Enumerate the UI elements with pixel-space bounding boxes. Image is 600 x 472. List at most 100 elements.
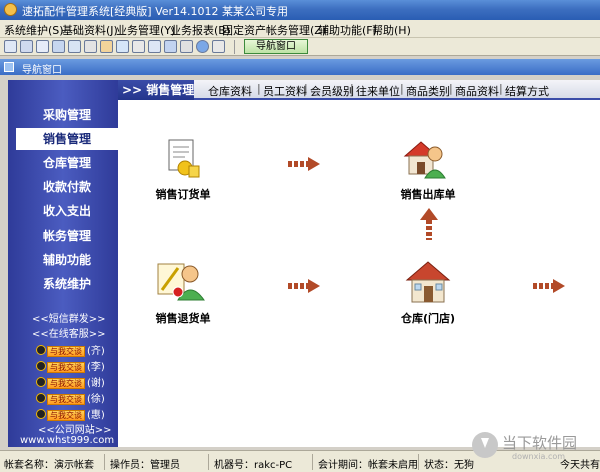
sidebar-item-system[interactable]: 系统维护 <box>16 273 118 295</box>
flow-arrow-right-2 <box>288 279 322 293</box>
module-separator: | <box>499 82 503 95</box>
warehouse-icon <box>405 261 451 303</box>
status-period-value: 帐套未启用 <box>368 460 418 471</box>
flow-arrow-up <box>420 208 438 240</box>
flow-arrow-right-3 <box>533 279 567 293</box>
module-link-warehouse-data[interactable]: 仓库资料 <box>208 83 252 99</box>
save-icon[interactable] <box>164 40 177 53</box>
qq-penguin-icon <box>36 345 46 355</box>
module-separator: | <box>350 82 354 95</box>
toolbar-icon-5[interactable] <box>68 40 81 53</box>
sales-outbound-icon <box>403 141 446 179</box>
menu-help[interactable]: 帮助(H) <box>372 22 411 38</box>
status-divider <box>208 454 209 470</box>
sales-return-label: 销售退货单 <box>155 312 211 325</box>
qq-contact-2[interactable]: 与我交谈 (李) <box>36 358 105 373</box>
status-period-label: 会计期间： <box>318 460 368 471</box>
sales-outbound-node[interactable]: 销售出库单 <box>383 136 473 201</box>
module-link-member-level[interactable]: 会员级别 <box>310 83 354 99</box>
qq-contact-3[interactable]: 与我交谈 (谢) <box>36 374 105 389</box>
status-state-value: 无狗 <box>454 460 474 471</box>
module-separator: | <box>257 82 261 95</box>
menu-business[interactable]: 业务管理(Y) <box>116 22 175 38</box>
menu-bar: 系统维护(S) 基础资料(J) 业务管理(Y) 业务报表(B) 固定资产 帐务管… <box>0 20 600 38</box>
toolbar-icon-7[interactable] <box>100 40 113 53</box>
toolbar-icon-8[interactable] <box>116 40 129 53</box>
status-machine-value: rakc-PC <box>254 460 293 471</box>
company-site-link[interactable]: <<公司网站>> <box>38 421 112 436</box>
menu-fixed-assets[interactable]: 固定资产 <box>222 22 266 38</box>
toolbar-icon-6[interactable] <box>84 40 97 53</box>
menu-system[interactable]: 系统维护(S) <box>4 22 64 38</box>
sales-outbound-label: 销售出库单 <box>400 188 456 201</box>
online-service-link[interactable]: <<在线客服>> <box>32 325 106 340</box>
toolbar-icon-2[interactable] <box>20 40 33 53</box>
menu-basic-data[interactable]: 基础资料(J) <box>62 22 118 38</box>
toolbar: 导航窗口 <box>0 38 600 56</box>
status-divider <box>418 454 419 470</box>
status-account-value: 演示帐套 <box>54 460 94 471</box>
status-period: 会计期间：帐套未启用 <box>318 456 418 471</box>
toolbar-icon-9[interactable] <box>132 40 145 53</box>
sms-broadcast-link[interactable]: <<短信群发>> <box>32 310 106 325</box>
child-window-icon <box>4 62 14 72</box>
module-link-product-data[interactable]: 商品资料 <box>455 83 499 99</box>
status-divider <box>312 454 313 470</box>
chat-badge: 与我交谈 <box>47 394 85 405</box>
module-link-product-category[interactable]: 商品类别 <box>406 83 450 99</box>
status-operator-value: 管理员 <box>150 460 180 471</box>
sales-return-icon <box>157 263 205 301</box>
sidebar-item-sales[interactable]: 销售管理 <box>16 128 118 150</box>
chat-badge: 与我交谈 <box>47 378 85 389</box>
sidebar-item-purchase[interactable]: 采购管理 <box>16 104 118 126</box>
warehouse-node[interactable]: 仓库(门店) <box>383 260 473 326</box>
qq-penguin-icon <box>36 361 46 371</box>
toolbar-icon-10[interactable] <box>148 40 161 53</box>
module-link-settlement-method[interactable]: 结算方式 <box>505 83 549 99</box>
sidebar-item-accounts[interactable]: 帐务管理 <box>16 225 118 247</box>
sidebar: 采购管理 销售管理 仓库管理 收款付款 收入支出 帐务管理 辅助功能 系统维护 … <box>8 80 118 447</box>
contact-name: (徐) <box>87 394 105 405</box>
qq-contact-1[interactable]: 与我交谈 (齐) <box>36 342 105 357</box>
status-machine-label: 机器号： <box>214 460 254 471</box>
sales-return-node[interactable]: 销售退货单 <box>138 260 228 326</box>
nav-window-button[interactable]: 导航窗口 <box>244 39 308 54</box>
watermark-text: 当下软件园 <box>502 434 578 452</box>
menu-auxiliary[interactable]: 辅助功能(F) <box>318 22 377 38</box>
sales-order-node[interactable]: 销售订货单 <box>138 138 228 201</box>
status-state-label: 状态： <box>424 460 454 471</box>
help-icon[interactable] <box>196 40 209 53</box>
qq-penguin-icon <box>36 409 46 419</box>
sidebar-item-auxiliary[interactable]: 辅助功能 <box>16 249 118 271</box>
chat-badge: 与我交谈 <box>47 362 85 373</box>
module-link-partners[interactable]: 往来单位 <box>356 83 400 99</box>
sidebar-item-warehouse[interactable]: 仓库管理 <box>16 152 118 174</box>
contact-name: (谢) <box>87 378 105 389</box>
app-icon <box>4 3 17 16</box>
warehouse-label: 仓库(门店) <box>400 312 456 325</box>
status-account-label: 帐套名称： <box>4 460 54 471</box>
module-separator: | <box>304 82 308 95</box>
toolbar-icon-4[interactable] <box>52 40 65 53</box>
sidebar-item-receipts-payments[interactable]: 收款付款 <box>16 176 118 198</box>
toolbar-separator <box>234 40 235 54</box>
qq-contact-4[interactable]: 与我交谈 (徐) <box>36 390 105 405</box>
watermark-logo-icon <box>472 432 498 458</box>
exit-icon[interactable] <box>212 40 225 53</box>
flow-panel: 销售订货单 销售出库单 销售退货单 仓库(门店) <box>118 100 600 447</box>
child-window-titlebar: 导航窗口 <box>0 59 600 76</box>
status-divider <box>104 454 105 470</box>
toolbar-icon-1[interactable] <box>4 40 17 53</box>
toolbar-icon-3[interactable] <box>36 40 49 53</box>
module-link-staff-data[interactable]: 员工资料 <box>263 83 307 99</box>
sidebar-item-income-expense[interactable]: 收入支出 <box>16 200 118 222</box>
qq-contact-5[interactable]: 与我交谈 (惠) <box>36 406 105 421</box>
module-bar: >> 销售管理 仓库资料 | 员工资料 | 会员级别 | 往来单位 | 商品类别… <box>118 80 600 100</box>
section-tab-sales: >> 销售管理 <box>118 80 194 100</box>
sales-order-label: 销售订货单 <box>155 188 211 201</box>
module-separator: | <box>400 82 404 95</box>
chat-badge: 与我交谈 <box>47 346 85 357</box>
print-icon[interactable] <box>180 40 193 53</box>
website-url[interactable]: www.whst999.com <box>20 435 114 446</box>
contact-name: (惠) <box>87 410 105 421</box>
